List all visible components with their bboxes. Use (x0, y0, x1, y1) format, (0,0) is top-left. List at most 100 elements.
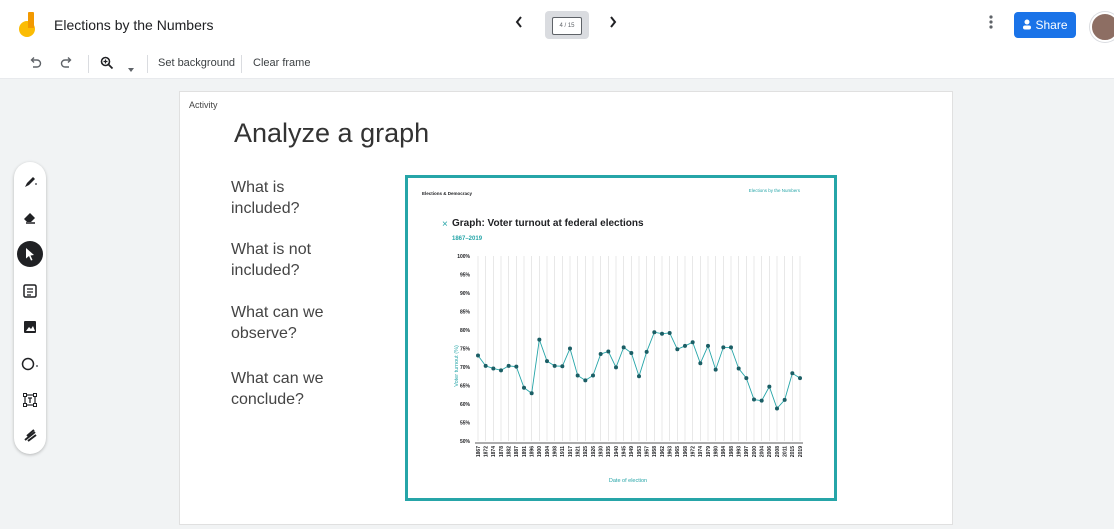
data-point (529, 391, 534, 396)
x-tick-label: 1972 (690, 446, 696, 457)
frame-bar-toggle[interactable]: 4 / 15 (545, 11, 589, 39)
jamboard-logo-icon (19, 12, 35, 37)
question-4-line-2: conclude? (231, 391, 304, 408)
circle-shape-icon[interactable] (20, 354, 40, 374)
text-box-icon[interactable] (20, 390, 40, 410)
clear-frame-button[interactable]: Clear frame (253, 57, 310, 69)
jamboard-frame[interactable]: Activity Analyze a graph What is include… (180, 92, 952, 524)
data-point (621, 345, 626, 350)
data-point (759, 398, 764, 403)
x-tick-label: 1872 (483, 446, 489, 457)
x-tick-label: 1878 (499, 446, 505, 457)
account-avatar[interactable] (1090, 12, 1114, 42)
x-tick-label: 1945 (621, 446, 627, 457)
x-tick-label: 1925 (583, 446, 589, 457)
x-tick-label: 2006 (767, 446, 773, 457)
sticky-note-icon[interactable] (20, 281, 40, 301)
x-tick-label: 1962 (660, 446, 666, 457)
laser-icon[interactable] (20, 425, 40, 445)
more-options-icon[interactable] (988, 14, 994, 35)
x-tick-label: 1997 (744, 446, 750, 457)
data-point (629, 350, 634, 355)
eraser-icon[interactable] (20, 207, 40, 227)
tool-rail (14, 162, 46, 454)
brand-logo: Elections & Democracy (422, 191, 473, 196)
data-point (560, 364, 565, 369)
top-bar: Elections by the Numbers 4 / 15 Share (0, 0, 1114, 51)
x-tick-label: 1940 (614, 446, 620, 457)
x-tick-label: 1974 (698, 446, 704, 457)
x-tick-label: 1867 (476, 446, 482, 457)
undo-icon[interactable] (28, 56, 42, 73)
data-point (583, 378, 588, 383)
question-4[interactable]: What can we conclude? (231, 368, 351, 410)
question-3-line-2: observe? (231, 325, 297, 342)
zoom-icon[interactable] (100, 56, 114, 73)
previous-frame-chevron-icon[interactable] (514, 14, 524, 35)
x-tick-label: 1949 (629, 446, 635, 457)
x-tick-label: 1911 (560, 446, 566, 457)
data-point (675, 347, 680, 352)
x-tick-label: 1908 (552, 446, 558, 457)
x-tick-label: 1993 (736, 446, 742, 457)
data-point (775, 406, 779, 411)
data-point (652, 330, 657, 335)
graph-image[interactable]: Elections & Democracy Elections by the N… (405, 175, 837, 501)
question-2[interactable]: What is not included? (231, 239, 351, 281)
y-tick-label: 75% (460, 347, 471, 353)
x-tick-label: 1926 (591, 446, 597, 457)
data-point (606, 349, 611, 354)
x-tick-label: 1979 (706, 446, 712, 457)
document-title[interactable]: Elections by the Numbers (54, 17, 214, 33)
data-point (522, 385, 526, 390)
slide-heading[interactable]: Analyze a graph (234, 118, 429, 149)
data-point (514, 364, 519, 369)
data-point (729, 345, 733, 350)
close-x-icon: × (442, 219, 448, 230)
x-tick-label: 1965 (675, 446, 681, 457)
data-point (506, 363, 511, 368)
x-tick-label: 1921 (575, 446, 581, 457)
next-frame-chevron-icon[interactable] (608, 14, 618, 35)
data-point (667, 330, 672, 335)
image-icon[interactable] (20, 317, 40, 337)
question-1[interactable]: What is included? (231, 177, 351, 219)
set-background-button[interactable]: Set background (158, 57, 235, 69)
y-tick-label: 70% (460, 365, 471, 371)
redo-icon[interactable] (60, 56, 74, 73)
x-tick-label: 1984 (721, 446, 727, 457)
pen-icon[interactable] (20, 172, 40, 192)
x-tick-label: 1968 (683, 446, 689, 457)
select-pointer-icon[interactable] (17, 241, 43, 267)
chart-subtitle: 1867–2019 (452, 236, 483, 242)
x-tick-label: 1882 (506, 446, 512, 457)
data-point (798, 376, 802, 381)
data-point (644, 349, 649, 354)
x-tick-label: 1874 (491, 446, 497, 457)
voter-turnout-chart: Elections & Democracy Elections by the N… (422, 188, 804, 484)
y-tick-label: 95% (460, 273, 471, 279)
question-1-line-1: What is (231, 179, 285, 196)
zoom-dropdown-icon[interactable] (128, 60, 134, 75)
chart-title: Graph: Voter turnout at federal election… (452, 218, 644, 229)
toolbar-divider (147, 55, 148, 73)
x-axis-label: Date of election (609, 478, 647, 484)
data-point (713, 367, 718, 372)
data-point (598, 352, 603, 357)
data-point (575, 373, 580, 378)
data-point (706, 343, 710, 348)
x-tick-label: 1896 (529, 446, 535, 457)
x-tick-label: 1887 (514, 446, 520, 457)
y-tick-label: 90% (460, 291, 471, 297)
y-tick-label: 60% (460, 402, 471, 408)
x-tick-label: 2011 (782, 446, 788, 457)
y-tick-label: 50% (460, 439, 471, 445)
data-point (499, 368, 503, 373)
x-tick-label: 1891 (522, 446, 528, 457)
share-button[interactable]: Share (1014, 12, 1076, 38)
y-tick-label: 80% (460, 328, 471, 334)
data-point (698, 361, 703, 366)
question-3[interactable]: What can we observe? (231, 302, 351, 344)
data-point (491, 366, 496, 371)
data-point (545, 359, 549, 364)
